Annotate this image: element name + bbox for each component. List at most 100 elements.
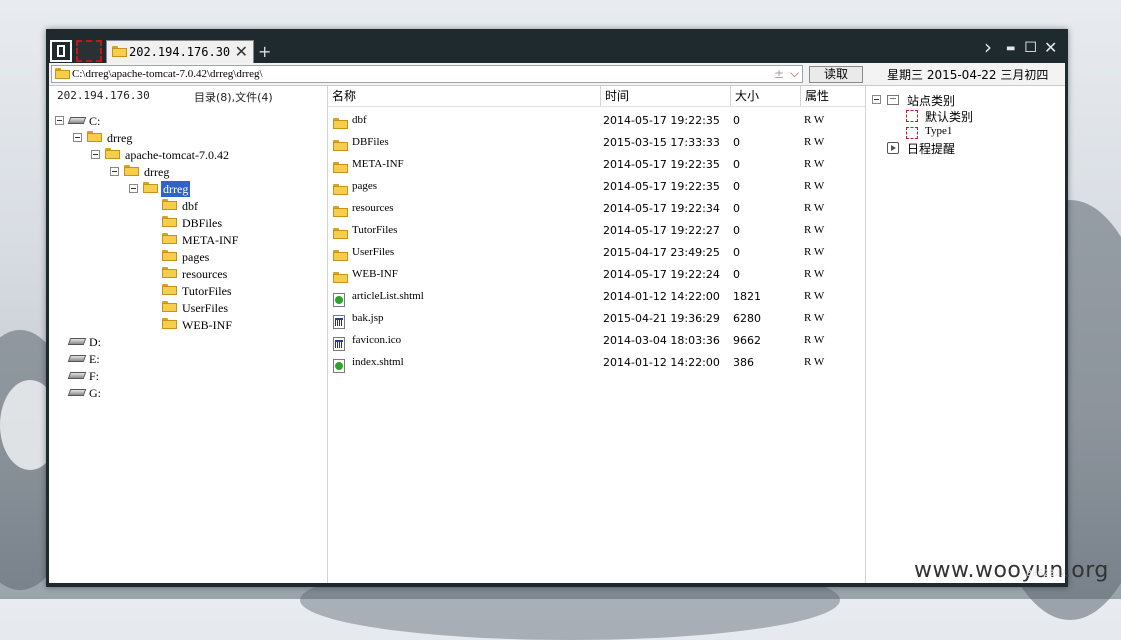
tree-label: WEB-INF — [182, 318, 232, 332]
folder-icon — [124, 165, 139, 180]
file-name: DBFiles — [352, 136, 389, 148]
folder-icon — [55, 68, 70, 82]
watermark-number: 8862822 — [1026, 569, 1067, 579]
file-time: 2014-05-17 19:22:35 — [603, 158, 720, 171]
drive-icon — [67, 369, 87, 384]
tree-label: drreg — [107, 131, 133, 145]
record-icon[interactable] — [76, 40, 102, 62]
drive-icon — [67, 335, 87, 350]
file-size: 0 — [733, 114, 740, 127]
file-time: 2015-04-17 23:49:25 — [603, 246, 720, 259]
file-time: 2015-03-15 17:33:33 — [603, 136, 720, 149]
tab-label: 202.194.176.30 — [129, 45, 231, 59]
file-attr: R W — [804, 158, 825, 170]
tab-active[interactable]: 202.194.176.30 ✕ — [106, 40, 254, 63]
file-name: UserFiles — [352, 246, 395, 258]
file-size: 6280 — [733, 312, 761, 325]
folder-icon — [162, 301, 177, 316]
collapse-icon[interactable] — [872, 95, 881, 104]
tree-label: F: — [89, 369, 100, 383]
watermark-text: www.wooyun.org — [914, 558, 1109, 583]
file-size: 0 — [733, 158, 740, 171]
file-time: 2014-05-17 19:22:34 — [603, 202, 720, 215]
chevron-down-icon[interactable]: ⌵ — [790, 66, 799, 81]
collapse-icon[interactable] — [129, 184, 138, 193]
column-header-name[interactable]: 名称 — [328, 86, 600, 106]
drive-icon — [67, 352, 87, 367]
file-attr: R W — [804, 312, 825, 324]
file-row[interactable]: bak.jsp 2015-04-21 19:36:29 6280 R W — [328, 308, 865, 330]
collapse-icon[interactable] — [110, 167, 119, 176]
drive-icon — [67, 386, 87, 401]
file-attr: R W — [804, 224, 825, 236]
file-name: favicon.ico — [352, 334, 402, 346]
read-button[interactable]: 读取 — [809, 66, 863, 83]
date-display: 星期三 2015-04-22 三月初四 — [887, 68, 1049, 82]
folder-icon — [162, 250, 177, 265]
column-header-time[interactable]: 时间 — [600, 86, 730, 106]
file-size: 0 — [733, 268, 740, 281]
minimize-icon[interactable]: ▬ — [1006, 43, 1015, 54]
tree-label: 日程提醒 — [907, 142, 956, 156]
file-attr: R W — [804, 246, 825, 258]
tree-label: 站点类别 — [907, 94, 956, 108]
tab-close-icon[interactable]: ✕ — [235, 42, 248, 61]
tree-label: pages — [182, 250, 210, 264]
address-bar: C:\drreg\apache-tomcat-7.0.42\drreg\drre… — [49, 63, 1065, 86]
file-row[interactable]: WEB-INF 2014-05-17 19:22:24 0 R W — [328, 264, 865, 286]
file-row[interactable]: favicon.ico 2014-03-04 18:03:36 9662 R W — [328, 330, 865, 352]
file-size: 386 — [733, 356, 754, 369]
file-size: 9662 — [733, 334, 761, 347]
collapse-icon[interactable] — [73, 133, 82, 142]
plus-minus-icon[interactable]: ± — [774, 67, 784, 81]
new-tab-icon[interactable]: + — [258, 42, 271, 61]
file-size: 0 — [733, 136, 740, 149]
path-input[interactable]: C:\drreg\apache-tomcat-7.0.42\drreg\drre… — [51, 65, 803, 83]
column-header-attr[interactable]: 属性 — [800, 86, 865, 106]
file-size: 1821 — [733, 290, 761, 303]
tree-label: apache-tomcat-7.0.42 — [125, 148, 229, 162]
file-name: articleList.shtml — [352, 290, 424, 302]
file-row[interactable]: index.shtml 2014-01-12 14:22:00 386 R W — [328, 352, 865, 374]
file-row[interactable]: TutorFiles 2014-05-17 19:22:27 0 R W — [328, 220, 865, 242]
path-text: C:\drreg\apache-tomcat-7.0.42\drreg\drre… — [72, 68, 263, 80]
tree-label: DBFiles — [182, 216, 223, 230]
folder-icon — [162, 318, 177, 333]
tree-label: E: — [89, 352, 100, 366]
client-area: C:\drreg\apache-tomcat-7.0.42\drreg\drre… — [49, 63, 1065, 583]
tree-label: resources — [182, 267, 228, 281]
file-size: 0 — [733, 246, 740, 259]
tree-label: C: — [89, 114, 101, 128]
collapse-icon[interactable] — [55, 116, 64, 125]
file-attr: R W — [804, 180, 825, 192]
tree-label: dbf — [182, 199, 198, 213]
file-row[interactable]: DBFiles 2015-03-15 17:33:33 0 R W — [328, 132, 865, 154]
file-time: 2014-05-17 19:22:35 — [603, 180, 720, 193]
file-row[interactable]: dbf 2014-05-17 19:22:35 0 R W — [328, 110, 865, 132]
chevron-right-icon[interactable]: › — [984, 35, 992, 59]
file-name: WEB-INF — [352, 268, 398, 280]
file-time: 2014-01-12 14:22:00 — [603, 356, 720, 369]
app-menu-icon[interactable] — [50, 40, 72, 62]
file-row[interactable]: META-INF 2014-05-17 19:22:35 0 R W — [328, 154, 865, 176]
folder-icon — [162, 284, 177, 299]
file-attr: R W — [804, 114, 825, 126]
close-icon[interactable]: ✕ — [1044, 38, 1057, 57]
tree-label: D: — [89, 335, 101, 349]
folder-icon — [162, 199, 177, 214]
tree-label: drreg — [144, 165, 170, 179]
file-name: bak.jsp — [352, 312, 384, 324]
file-row[interactable]: pages 2014-05-17 19:22:35 0 R W — [328, 176, 865, 198]
collapse-icon[interactable] — [91, 150, 100, 159]
file-size: 0 — [733, 224, 740, 237]
column-header-size[interactable]: 大小 — [730, 86, 800, 106]
file-row[interactable]: articleList.shtml 2014-01-12 14:22:00 1821… — [328, 286, 865, 308]
file-time: 2014-03-04 18:03:36 — [603, 334, 720, 347]
maximize-icon[interactable]: ◻ — [1024, 36, 1037, 55]
file-attr: R W — [804, 290, 825, 302]
file-row[interactable]: UserFiles 2015-04-17 23:49:25 0 R W — [328, 242, 865, 264]
tree-label: G: — [89, 386, 101, 400]
header-divider — [328, 106, 865, 107]
file-row[interactable]: resources 2014-05-17 19:22:34 0 R W — [328, 198, 865, 220]
file-attr: R W — [804, 136, 825, 148]
